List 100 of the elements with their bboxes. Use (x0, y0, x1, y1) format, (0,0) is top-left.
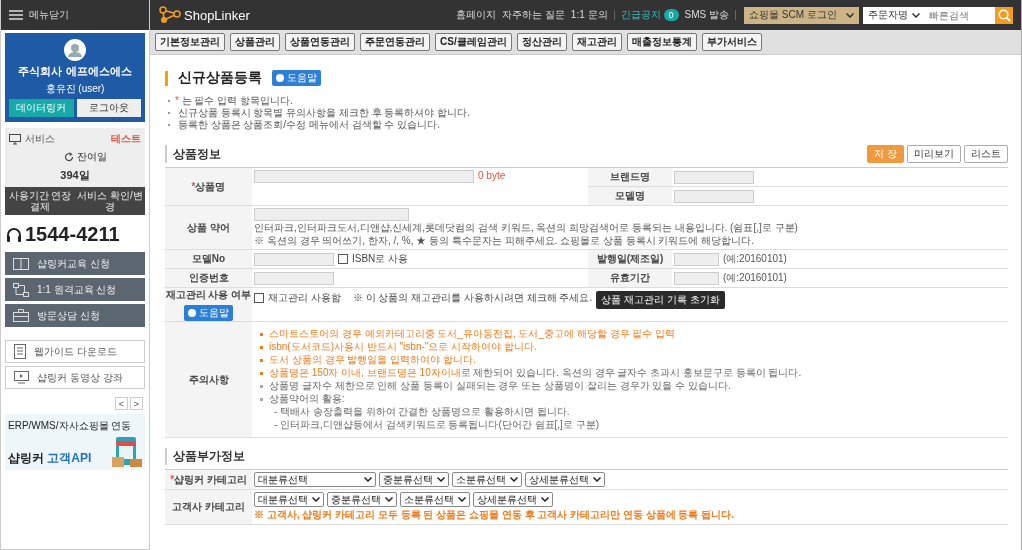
scm-login-select[interactable]: 쇼핑몰 SCM 로그인 (744, 6, 859, 24)
help-text: ※ 옥션의 경우 띄어쓰기, 한자, /, %, ★ 등의 특수문자는 피해주세요. 쇼핑몰로 상품 등록시 키워드에 해당합니다. (254, 235, 754, 247)
sidebar-menu-button[interactable]: 1:1 원격교육 신청 (5, 278, 145, 301)
input-field[interactable] (674, 252, 719, 266)
nav-tab[interactable]: CS/클레임관리 (435, 33, 512, 51)
top-link[interactable]: 1:1 문의 (570, 8, 608, 22)
banner-subtitle: ERP/WMS/자사쇼핑몰 연동 (8, 419, 133, 433)
field-label: 고객사 카테고리 (165, 490, 252, 525)
top-link[interactable]: 홈페이지 (456, 8, 497, 22)
field-label: 모델명 (588, 187, 672, 206)
category-select[interactable]: 소분류선택 (452, 472, 522, 487)
notice-link[interactable]: 긴급공지 (620, 8, 661, 22)
sidebar-menu-button[interactable]: 샵링커교육 신청 (5, 252, 145, 275)
top-link[interactable]: 자주하는 질문 (502, 8, 565, 22)
field-label: 인증번호 (165, 269, 252, 288)
stock-checkbox[interactable]: 재고관리 사용함 (254, 291, 341, 305)
logo[interactable]: ShopLinker (158, 6, 250, 24)
search-type-select[interactable]: 주문자명 (863, 6, 925, 24)
sidebar-link-button[interactable]: 웹가이드 다운로드 (5, 340, 145, 363)
briefcase-icon (13, 309, 29, 322)
search-button[interactable] (995, 6, 1013, 24)
field-label: *상품명 (165, 168, 252, 206)
help-text: 인터파크,인터파크도서,디앤샵,신세계,롯데닷컴의 검색 키워드, 옥션의 희망검색어로 등록되는 내용입니다. (쉼표[,]로 구분) (254, 222, 798, 234)
note-text: 신규상품 등록시 항목별 유의사항을 체크한 후 등록하셔야 합니다. (168, 107, 1008, 119)
caution-text: 도서 상품의 경우 발행일을 입력하여야 합니다. (269, 354, 476, 366)
help-button[interactable]: 도움말 (272, 70, 321, 86)
isbn-checkbox[interactable]: ISBN로 사용 (338, 252, 409, 266)
sms-link[interactable]: SMS 발송 (684, 8, 729, 22)
book-icon (13, 257, 29, 270)
caret-icon (912, 12, 920, 18)
nav-tab[interactable]: 주문연동관리 (360, 33, 430, 51)
caret-icon (541, 497, 549, 502)
field-label: 주의사항 (165, 322, 252, 438)
pager-button[interactable]: < (115, 397, 128, 410)
caret-icon (846, 12, 854, 18)
input-field[interactable] (674, 189, 754, 203)
banner-title: 샵링커 고객API (8, 450, 92, 467)
field-label: 재고관리 사용 여부 (165, 288, 252, 302)
format-hint: (예:20160101) (723, 271, 787, 285)
input-field[interactable] (254, 208, 409, 221)
search-field[interactable]: 빠른검색 (925, 6, 995, 24)
caret-icon (385, 497, 393, 502)
document-icon (14, 344, 26, 359)
caution-text: - 인터파크,디앤샵등에서 검색키워드로 등록됩니다(단어간 쉼표[,]로 구분) (273, 419, 599, 431)
network-icon (13, 282, 29, 297)
search-icon (997, 8, 1011, 22)
sidebar-link-button[interactable]: 샵링커 동영상 강좌 (5, 366, 145, 389)
category-select[interactable]: 중분류선택 (379, 472, 449, 487)
caret-icon (312, 497, 320, 502)
section-title: 상품부가정보 (165, 448, 1008, 465)
refresh-icon (63, 152, 74, 162)
caret-icon (364, 477, 372, 482)
category-select[interactable]: 대분류선택 (254, 472, 376, 487)
pager-button[interactable]: > (130, 397, 143, 410)
caret-icon (437, 477, 445, 482)
nav-tab[interactable]: 재고관리 (571, 33, 622, 51)
action-button[interactable]: 미리보기 (907, 145, 961, 163)
reset-stock-button[interactable]: 상품 재고관리 기록 초기화 (596, 291, 725, 309)
input-field[interactable] (254, 252, 334, 266)
nav-tab[interactable]: 기본정보관리 (155, 33, 225, 51)
byte-counter: 0 byte (478, 170, 506, 181)
category-select[interactable]: 대분류선택 (254, 492, 324, 507)
field-label: 모델No (165, 250, 252, 269)
input-field[interactable] (674, 271, 719, 285)
input-field[interactable] (254, 170, 474, 183)
caution-text: - 택배사 송장출력을 위하여 간결한 상품명으로 활용하시면 됩니다. (273, 406, 570, 418)
sidebar-menu-button[interactable]: 방문상담 신청 (5, 304, 145, 327)
category-select[interactable]: 상세분류선택 (473, 492, 553, 507)
caret-icon (458, 497, 466, 502)
field-label: 발행일(제조일) (588, 250, 672, 269)
caution-text: 상품명 글자수 제한으로 인해 상품 등록이 실패되는 경우 또는 상품명이 잘리는 경우가 있을 수 있습니다. (269, 380, 731, 392)
category-select[interactable]: 소분류선택 (400, 492, 470, 507)
caution-text: isbn(도서코드)사용시 반드시 "isbn-"으로 시작하여야 합니다. (269, 341, 537, 353)
logo-icon (158, 6, 182, 24)
nav-tab[interactable]: 매출정보통계 (626, 33, 697, 51)
caret-icon (510, 477, 518, 482)
category-select[interactable]: 중분류선택 (327, 492, 397, 507)
monitor-icon (9, 133, 21, 145)
input-field[interactable] (254, 271, 334, 285)
nav-tab[interactable]: 상품관리 (230, 33, 280, 51)
nav-tab[interactable]: 상품연동관리 (285, 33, 355, 51)
profile-button[interactable]: 로그아웃 (76, 99, 141, 117)
api-banner[interactable]: ERP/WMS/자사쇼핑몰 연동 샵링커 고객API (5, 414, 145, 470)
caution-text: 상품약어의 활용: (269, 393, 345, 405)
section-title: 상품정보 (173, 146, 221, 163)
company-name: 주식회사 에프에스에스 (18, 64, 132, 79)
nav-tab[interactable]: 정산관리 (516, 33, 567, 51)
remaining-days: 394일 (5, 168, 145, 183)
category-select[interactable]: 상세분류선택 (525, 472, 605, 487)
help-button[interactable]: 도움말 (184, 305, 233, 321)
service-label: 서비스 (25, 132, 56, 146)
user-name: 홍유진 (user) (45, 82, 105, 96)
page-title: 신규상품등록 (178, 69, 262, 87)
note-text: * 는 필수 입력 항목입니다. (168, 95, 1008, 107)
caret-icon (593, 477, 601, 482)
input-field[interactable] (674, 170, 754, 184)
nav-tab[interactable]: 부가서비스 (701, 33, 762, 51)
note-text: 등록한 상품은 상품조회/수정 메뉴에서 검색할 수 있습니다. (168, 119, 1008, 131)
remaining-label: 잔여일 (76, 150, 107, 164)
action-button[interactable]: 리스트 (964, 145, 1008, 163)
